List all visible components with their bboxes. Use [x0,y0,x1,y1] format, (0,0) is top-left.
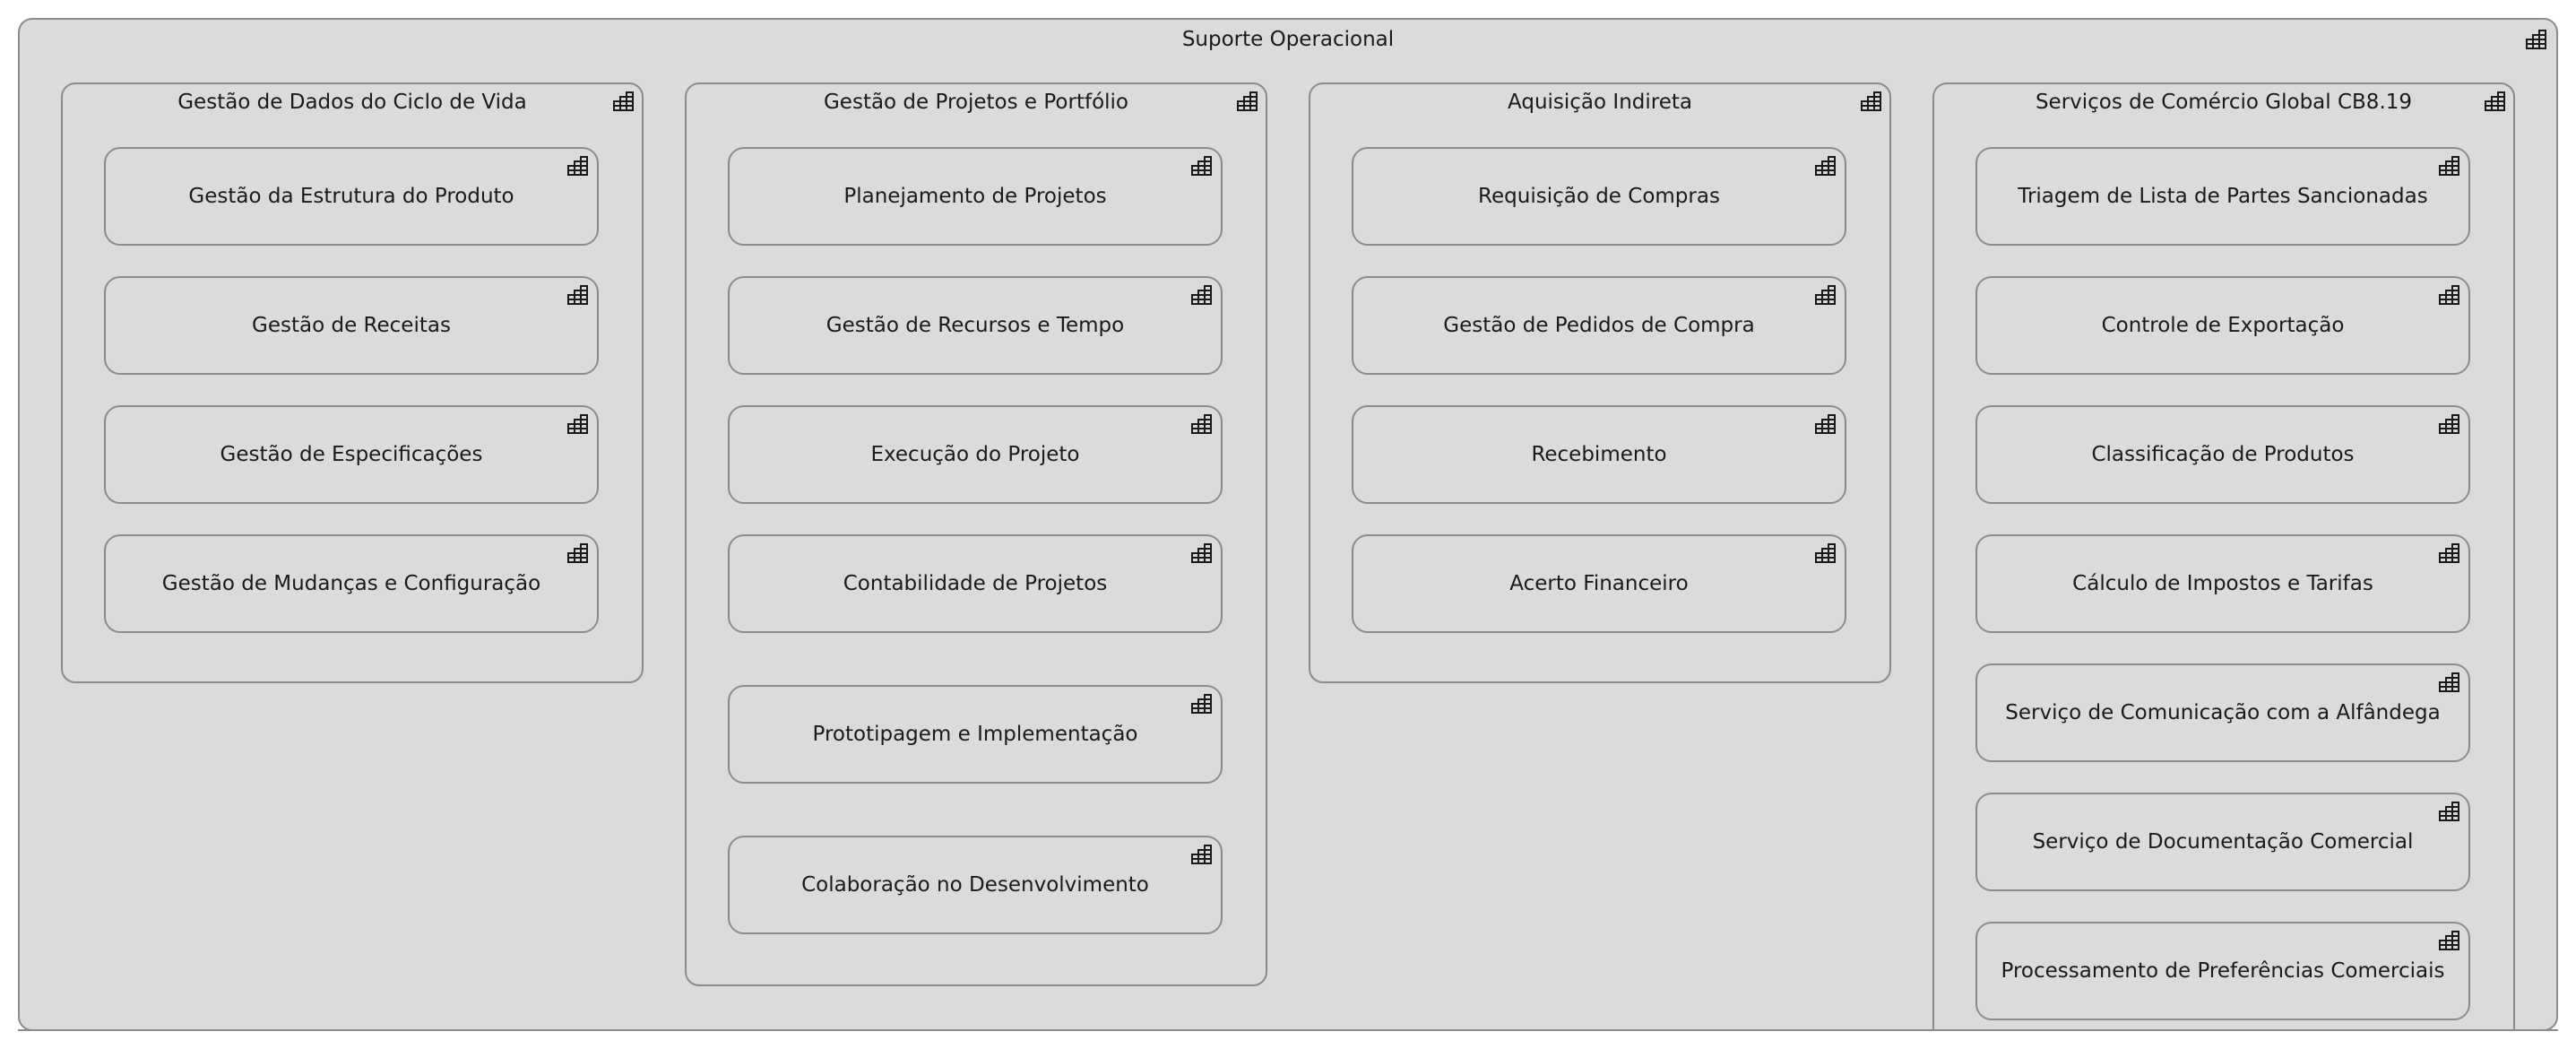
capability-icon [1189,844,1213,865]
capability-label: Serviço de Documentação Comercial [2032,830,2414,854]
group-title: Gestão de Dados do Ciclo de Vida [177,91,527,114]
capability-box[interactable]: Requisição de Compras [1352,147,1846,246]
group-title: Serviços de Comércio Global CB8.19 [2035,91,2413,114]
capability-icon [566,542,589,564]
capability-icon [2437,155,2460,177]
capability-box[interactable]: Serviço de Documentação Comercial [1975,793,2470,891]
capability-box[interactable]: Gestão da Estrutura do Produto [104,147,599,246]
capability-icon [2437,542,2460,564]
capability-label: Colaboração no Desenvolvimento [801,873,1149,897]
capability-icon [1189,413,1213,435]
group-title: Gestão de Projetos e Portfólio [823,91,1128,114]
capability-box[interactable]: Colaboração no Desenvolvimento [728,836,1223,934]
capability-label: Classificação de Produtos [2091,443,2355,466]
capability-label: Gestão de Receitas [252,314,451,337]
capability-label: Acerto Financeiro [1509,572,1689,595]
capability-icon [1189,284,1213,306]
capability-icon [1859,91,1882,112]
capability-label: Execução do Projeto [870,443,1080,466]
capability-box[interactable]: Triagem de Lista de Partes Sancionadas [1975,147,2470,246]
capability-icon [2437,801,2460,822]
capability-label: Contabilidade de Projetos [843,572,1108,595]
capability-box[interactable]: Gestão de Especificações [104,405,599,504]
capability-box[interactable]: Recebimento [1352,405,1846,504]
capability-icon [566,413,589,435]
capability-icon [1189,542,1213,564]
capability-icon [2437,413,2460,435]
root-bottom-border [18,1029,2558,1031]
capability-box[interactable]: Classificação de Produtos [1975,405,2470,504]
capability-icon [566,284,589,306]
capability-label: Controle de Exportação [2101,314,2345,337]
capability-label: Gestão de Especificações [220,443,483,466]
capability-box[interactable]: Gestão de Mudanças e Configuração [104,534,599,633]
capability-label: Gestão da Estrutura do Produto [188,185,514,208]
capability-icon [1813,413,1837,435]
capability-box[interactable]: Gestão de Receitas [104,276,599,375]
capability-box[interactable]: Serviço de Comunicação com a Alfândega [1975,663,2470,762]
capability-box[interactable]: Controle de Exportação [1975,276,2470,375]
capability-box[interactable]: Prototipagem e Implementação [728,685,1223,784]
capability-label: Gestão de Recursos e Tempo [826,314,1125,337]
capability-box[interactable]: Acerto Financeiro [1352,534,1846,633]
capability-box[interactable]: Processamento de Preferências Comerciais [1975,922,2470,1020]
capability-label: Gestão de Mudanças e Configuração [161,572,541,595]
capability-label: Recebimento [1531,443,1667,466]
group-title: Aquisição Indireta [1508,91,1692,114]
capability-label: Processamento de Preferências Comerciais [2001,959,2445,983]
capability-icon [611,91,635,112]
capability-icon [2437,930,2460,951]
capability-box[interactable]: Contabilidade de Projetos [728,534,1223,633]
capability-label: Planejamento de Projetos [843,185,1107,208]
capability-icon [2437,672,2460,693]
capability-label: Cálculo de Impostos e Tarifas [2072,572,2373,595]
capability-box[interactable]: Planejamento de Projetos [728,147,1223,246]
capability-icon [1813,155,1837,177]
capability-icon [2437,284,2460,306]
capability-box[interactable]: Execução do Projeto [728,405,1223,504]
capability-icon [2524,29,2547,50]
capability-box[interactable]: Gestão de Recursos e Tempo [728,276,1223,375]
capability-icon [1235,91,1258,112]
capability-label: Gestão de Pedidos de Compra [1443,314,1755,337]
root-title: Suporte Operacional [1181,28,1395,51]
capability-label: Serviço de Comunicação com a Alfândega [2005,701,2441,724]
capability-icon [1813,542,1837,564]
capability-box[interactable]: Gestão de Pedidos de Compra [1352,276,1846,375]
capability-label: Prototipagem e Implementação [812,723,1138,746]
capability-box[interactable]: Cálculo de Impostos e Tarifas [1975,534,2470,633]
capability-label: Requisição de Compras [1478,185,1720,208]
capability-icon [566,155,589,177]
capability-icon [1189,693,1213,715]
capability-icon [2483,91,2506,112]
capability-label: Triagem de Lista de Partes Sancionadas [2018,185,2428,208]
capability-icon [1813,284,1837,306]
capability-icon [1189,155,1213,177]
